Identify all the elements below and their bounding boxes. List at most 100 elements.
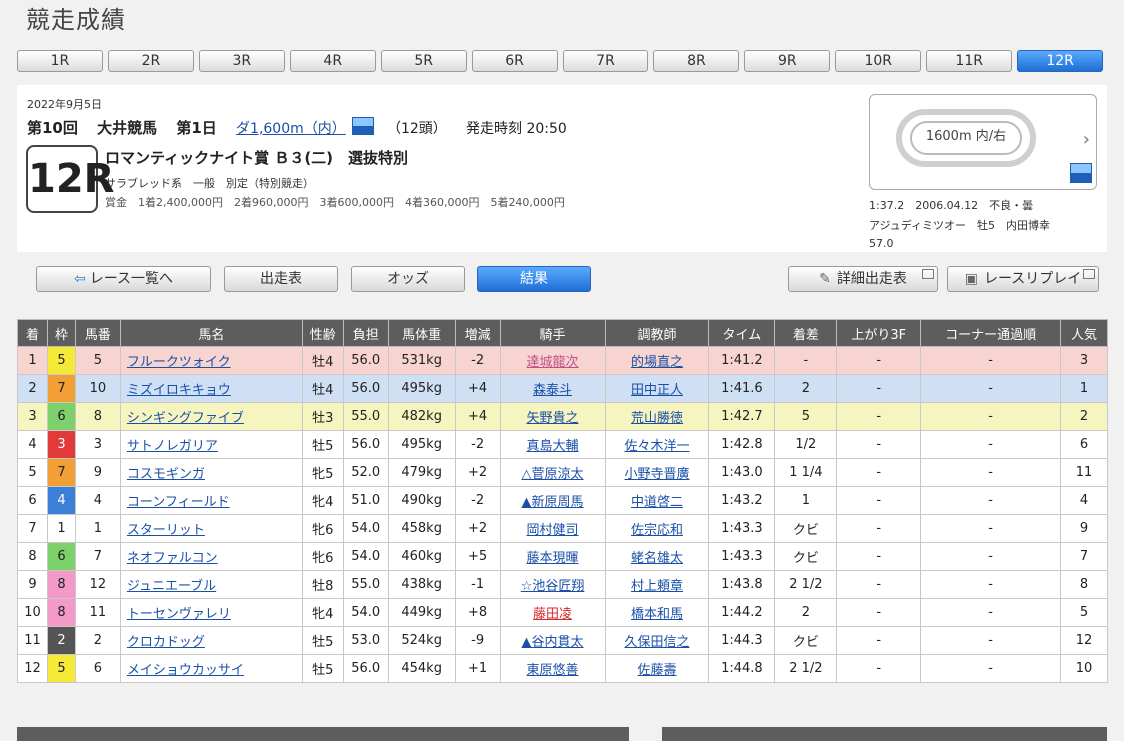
- waku-cell: 7: [46, 458, 76, 487]
- race-tab-9r[interactable]: 9R: [744, 50, 831, 72]
- track-diagram[interactable]: 1600m 内/右 ›: [869, 94, 1097, 190]
- table-row: 2 7 10 ミズイロキキョウ 牡4 56.0 495kg +4 森泰斗 田中正人 1:41.6 2-…: [17, 374, 1109, 403]
- waku-cell: 4: [46, 486, 76, 515]
- last3f-cell: -: [836, 346, 922, 375]
- diff-cell: +4: [454, 374, 501, 403]
- chevron-right-icon[interactable]: ›: [1083, 129, 1090, 150]
- weight-cell: 55.0: [342, 402, 389, 431]
- trainer-link[interactable]: 中道啓二: [631, 495, 683, 510]
- horse-link[interactable]: スターリット: [127, 523, 205, 538]
- detail-entries-label: 詳細出走表: [836, 271, 907, 287]
- race-tab-1r[interactable]: 1R: [17, 50, 103, 72]
- distance-link[interactable]: ダ1,600m（内）: [236, 121, 346, 137]
- jockey-link[interactable]: 東原悠善: [527, 663, 579, 678]
- horse-link[interactable]: フルークツォイク: [127, 355, 231, 370]
- horse-link[interactable]: サトノレガリア: [127, 439, 218, 454]
- horse-link[interactable]: コーンフィールド: [127, 495, 230, 510]
- trainer-link[interactable]: 佐藤壽: [637, 663, 676, 678]
- horse-link[interactable]: ネオファルコン: [127, 551, 218, 566]
- race-date: 2022年9月5日: [27, 98, 102, 111]
- trainer-cell: 田中正人: [604, 374, 710, 403]
- odds-button[interactable]: オッズ: [351, 266, 465, 292]
- jockey-link[interactable]: 藤田凌: [533, 607, 572, 622]
- horse-link[interactable]: メイショウカッサイ: [127, 663, 244, 678]
- corner-cell: -: [920, 570, 1061, 599]
- trainer-link[interactable]: 佐々木洋一: [624, 439, 689, 454]
- jockey-link[interactable]: ☆池谷匠翔: [521, 579, 585, 594]
- table-row: 1 5 5 フルークツォイク 牡4 56.0 531kg -2 達城龍次 的場直之 1:41.2- -…: [17, 346, 1109, 375]
- table-row: 11 2 2 クロカドッグ 牡5 53.0 524kg -9 ▲谷内貫太 久保田信之 1:44.3 ク…: [17, 626, 1109, 655]
- num-cell: 10: [74, 374, 121, 403]
- horse-link[interactable]: ミズイロキキョウ: [127, 383, 231, 398]
- horse-link[interactable]: トーセンヴァレリ: [127, 607, 231, 622]
- jockey-link[interactable]: 達城龍次: [527, 355, 579, 370]
- replay-button[interactable]: ▣ レースリプレイ: [947, 266, 1099, 292]
- jockey-link[interactable]: ▲新原周馬: [522, 495, 584, 510]
- course-map-icon[interactable]: [1070, 163, 1092, 183]
- race-tab-12r[interactable]: 12R: [1017, 50, 1104, 72]
- jockey-link[interactable]: ▲谷内貫太: [522, 635, 584, 650]
- jockey-link[interactable]: 真島大輔: [527, 439, 579, 454]
- horse-link[interactable]: ジュニエーブル: [127, 579, 216, 594]
- column-header: 着差: [774, 319, 838, 347]
- race-tab-3r[interactable]: 3R: [198, 50, 285, 72]
- trainer-link[interactable]: 荒山勝徳: [631, 411, 683, 426]
- weight-cell: 52.0: [342, 458, 389, 487]
- table-row: 12 5 6 メイショウカッサイ 牡5 56.0 454kg +1 東原悠善 佐藤壽 1:44.8 2…: [17, 654, 1109, 683]
- race-list-button[interactable]: ⇦ レース一覧へ: [36, 266, 211, 292]
- lap-table-header: [17, 727, 629, 741]
- column-header: 騎手: [499, 319, 606, 347]
- table-row: 10 8 11 トーセンヴァレリ 牝4 54.0 449kg +8 藤田凌 橋本和馬 1:44.2 2…: [17, 598, 1109, 627]
- detail-entries-button[interactable]: ✎ 詳細出走表: [788, 266, 938, 292]
- column-header: 馬名: [119, 319, 303, 347]
- trainer-link[interactable]: 小野寺晋廣: [624, 467, 689, 482]
- trainer-link[interactable]: 的場直之: [631, 355, 683, 370]
- last3f-cell: -: [836, 374, 922, 403]
- race-tab-7r[interactable]: 7R: [562, 50, 649, 72]
- horse-link[interactable]: シンギングファイブ: [127, 411, 244, 426]
- trainer-link[interactable]: 橋本和馬: [631, 607, 683, 622]
- waku-cell: 1: [46, 514, 76, 543]
- body-cell: 454kg: [387, 654, 456, 683]
- horse-link[interactable]: コスモギンガ: [127, 467, 205, 482]
- trainer-link[interactable]: 蛯名雄太: [631, 551, 683, 566]
- table-row: 9 8 12 ジュニエーブル 牡8 55.0 438kg -1 ☆池谷匠翔 村上頼章 1:43.8 2…: [17, 570, 1109, 599]
- race-tab-5r[interactable]: 5R: [380, 50, 467, 72]
- trainer-cell: 佐藤壽: [604, 654, 710, 683]
- jockey-link[interactable]: 岡村健司: [527, 523, 579, 538]
- race-tab-6r[interactable]: 6R: [471, 50, 558, 72]
- trainer-link[interactable]: 久保田信之: [624, 635, 689, 650]
- race-header-line: 第10回 大井競馬 第1日 ダ1,600m（内） （12頭） 発走時刻 20:5…: [27, 117, 581, 138]
- last3f-cell: -: [836, 542, 922, 571]
- sex_age-cell: 牝4: [301, 486, 344, 515]
- pos-cell: 4: [17, 430, 48, 459]
- race-tab-10r[interactable]: 10R: [835, 50, 922, 72]
- jockey-link[interactable]: 藤本現暉: [527, 551, 579, 566]
- waku-cell: 5: [46, 346, 76, 375]
- pop-cell: 6: [1059, 430, 1109, 459]
- race-tab-8r[interactable]: 8R: [653, 50, 740, 72]
- race-tab-11r[interactable]: 11R: [926, 50, 1013, 72]
- video-icon: ▣: [964, 271, 978, 287]
- race-tab-2r[interactable]: 2R: [107, 50, 194, 72]
- jockey-link[interactable]: 森泰斗: [533, 383, 572, 398]
- horse-link[interactable]: クロカドッグ: [127, 635, 205, 650]
- num-cell: 1: [74, 514, 121, 543]
- trainer-link[interactable]: 佐宗応和: [631, 523, 683, 538]
- course-map-icon[interactable]: [351, 117, 374, 135]
- num-cell: 9: [74, 458, 121, 487]
- race-tab-4r[interactable]: 4R: [289, 50, 376, 72]
- course-record-time: 1:37.2 2006.04.12 不良・曇: [869, 199, 1034, 212]
- result-button[interactable]: 結果: [477, 266, 591, 292]
- sex_age-cell: 牝6: [301, 542, 344, 571]
- horse-cell: メイショウカッサイ: [119, 654, 303, 683]
- trainer-link[interactable]: 村上頼章: [631, 579, 683, 594]
- num-cell: 3: [74, 430, 121, 459]
- entries-button[interactable]: 出走表: [224, 266, 338, 292]
- horse-cell: ジュニエーブル: [119, 570, 303, 599]
- trainer-link[interactable]: 田中正人: [631, 383, 683, 398]
- weight-cell: 51.0: [342, 486, 389, 515]
- jockey-link[interactable]: △菅原涼太: [522, 467, 584, 482]
- jockey-link[interactable]: 矢野貴之: [527, 411, 579, 426]
- race-kai: 第10回: [27, 119, 78, 137]
